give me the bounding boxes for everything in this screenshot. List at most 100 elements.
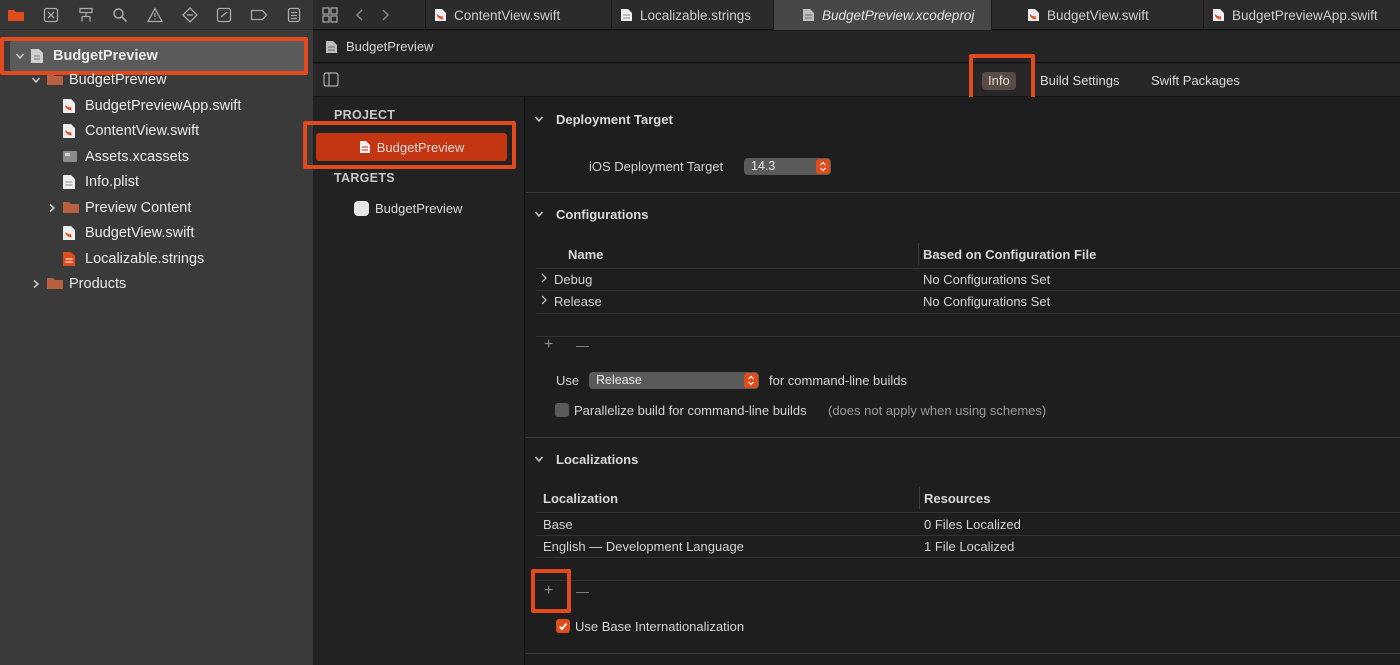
tree-row-file[interactable]: BudgetView.swift [62, 221, 194, 245]
swift-file-icon [62, 225, 78, 241]
use-config-popup[interactable]: Release [589, 372, 759, 389]
back-arrow-icon[interactable] [355, 8, 365, 22]
tab-swift-packages[interactable]: Swift Packages [1151, 72, 1240, 90]
tree-label: BudgetPreview [69, 72, 167, 88]
chevron-right-icon[interactable] [30, 278, 42, 290]
project-file-icon [30, 48, 46, 64]
jump-bar: BudgetPreview [313, 31, 1400, 63]
swift-file-icon [62, 98, 78, 114]
jump-bar-label[interactable]: BudgetPreview [346, 39, 433, 54]
target-item[interactable]: BudgetPreview [354, 201, 462, 216]
editor-toolbar: Info Build Settings Swift Packages [313, 64, 1400, 97]
chevron-down-icon[interactable] [30, 74, 42, 86]
add-config-button[interactable]: + [544, 336, 553, 354]
tab-label: BudgetPreview.xcodeproj [822, 7, 975, 23]
tree-row-file[interactable]: BudgetPreviewApp.swift [62, 94, 241, 118]
navigator-toolbar [0, 0, 313, 30]
tab-budgetview[interactable]: BudgetView.swift [991, 0, 1203, 30]
config-name: Debug [554, 272, 593, 287]
tab-label: BudgetView.swift [1047, 7, 1149, 23]
folder-icon[interactable] [6, 5, 26, 25]
issue-icon[interactable] [145, 5, 165, 25]
base-intl-checkbox[interactable] [556, 619, 570, 633]
tree-row-file[interactable]: Assets.xcassets [62, 145, 189, 169]
tree-row-file[interactable]: Localizable.strings [62, 247, 204, 271]
parallelize-label: Parallelize build for command-line build… [574, 403, 807, 418]
source-control-icon[interactable] [41, 5, 61, 25]
report-icon[interactable] [284, 5, 304, 25]
tree-row-file[interactable]: ContentView.swift [62, 119, 199, 143]
tab-build-settings[interactable]: Build Settings [1040, 72, 1120, 90]
row-line [536, 512, 1400, 513]
assets-catalog-icon [62, 149, 78, 165]
tab-contentview[interactable]: ContentView.swift [425, 0, 611, 30]
disclosure-chevron-icon[interactable] [540, 272, 548, 284]
row-line [536, 336, 1400, 337]
tree-row-group[interactable]: BudgetPreview [30, 68, 167, 92]
divider [526, 653, 1400, 654]
parallelize-note: (does not apply when using schemes) [828, 403, 1047, 418]
remove-localization-button[interactable]: — [576, 584, 589, 599]
test-icon[interactable] [180, 5, 200, 25]
add-localization-button[interactable]: + [544, 582, 553, 600]
chevron-down-icon[interactable] [14, 50, 26, 62]
disclosure-chevron-icon[interactable] [540, 294, 548, 306]
section-localizations[interactable]: Localizations [534, 452, 638, 467]
tree-label: Localizable.strings [85, 251, 205, 267]
row-line [536, 268, 1400, 269]
parallelize-checkbox[interactable] [555, 403, 569, 417]
tree-row-group[interactable]: Products [30, 272, 126, 296]
tab-bar: ContentView.swift Localizable.strings Bu… [313, 0, 1400, 30]
debug-icon[interactable] [214, 5, 234, 25]
ios-deployment-label: iOS Deployment Target [589, 159, 724, 174]
column-localization: Localization [543, 491, 619, 506]
column-based-on: Based on Configuration File [923, 247, 1097, 262]
strings-file-icon [620, 8, 633, 22]
tab-localizable[interactable]: Localizable.strings [611, 0, 773, 30]
swift-file-icon [1212, 8, 1225, 22]
folder-icon [62, 200, 79, 216]
localization-name: English — Development Language [543, 539, 744, 554]
tree-label: Assets.xcassets [85, 149, 189, 165]
remove-config-button[interactable]: — [576, 338, 589, 353]
chevron-right-icon[interactable] [46, 202, 58, 214]
hierarchy-icon[interactable] [76, 5, 96, 25]
project-navigator: BudgetPreview BudgetPreview BudgetPrevie… [0, 0, 313, 665]
chevron-down-icon[interactable] [534, 454, 546, 466]
section-configurations[interactable]: Configurations [534, 207, 648, 222]
section-deployment[interactable]: Deployment Target [534, 112, 673, 127]
chevron-down-icon[interactable] [534, 114, 546, 126]
tree-row-group[interactable]: Preview Content [46, 196, 191, 220]
tree-row-project[interactable]: BudgetPreview [10, 41, 306, 71]
tree-label: ContentView.swift [85, 123, 200, 139]
use-config-value: Release [596, 373, 642, 387]
tab-label: ContentView.swift [454, 7, 561, 23]
tab-budgetpreviewapp[interactable]: BudgetPreviewApp.swift [1203, 0, 1400, 30]
row-line [536, 290, 1400, 291]
divider [526, 437, 1400, 438]
column-resources: Resources [924, 491, 991, 506]
project-item[interactable]: BudgetPreview [316, 133, 507, 161]
project-target-list: PROJECT BudgetPreview TARGETS BudgetPrev… [313, 97, 525, 665]
localization-resources: 0 Files Localized [924, 517, 1021, 532]
grid-icon[interactable] [322, 7, 338, 23]
folder-icon [46, 72, 63, 88]
sidebar-toggle-icon[interactable] [323, 72, 339, 87]
use-suffix-label: for command-line builds [769, 373, 908, 388]
forward-arrow-icon[interactable] [380, 8, 390, 22]
project-file-icon [359, 140, 371, 154]
ios-deployment-value: 14.3 [751, 159, 776, 173]
tree-label: Products [69, 276, 127, 292]
tab-info[interactable]: Info [982, 72, 1016, 90]
ios-deployment-popup[interactable]: 14.3 [744, 158, 831, 175]
chevron-down-icon[interactable] [534, 209, 546, 221]
base-intl-label: Use Base Internationalization [575, 619, 745, 634]
tree-label: BudgetPreviewApp.swift [85, 98, 242, 114]
app-target-icon [354, 201, 369, 216]
breakpoint-icon[interactable] [249, 5, 269, 25]
column-separator [918, 243, 919, 265]
tree-row-file[interactable]: Info.plist [62, 170, 139, 194]
checkmark-icon [558, 622, 568, 630]
tab-xcodeproj[interactable]: BudgetPreview.xcodeproj [773, 0, 991, 30]
find-icon[interactable] [110, 5, 130, 25]
